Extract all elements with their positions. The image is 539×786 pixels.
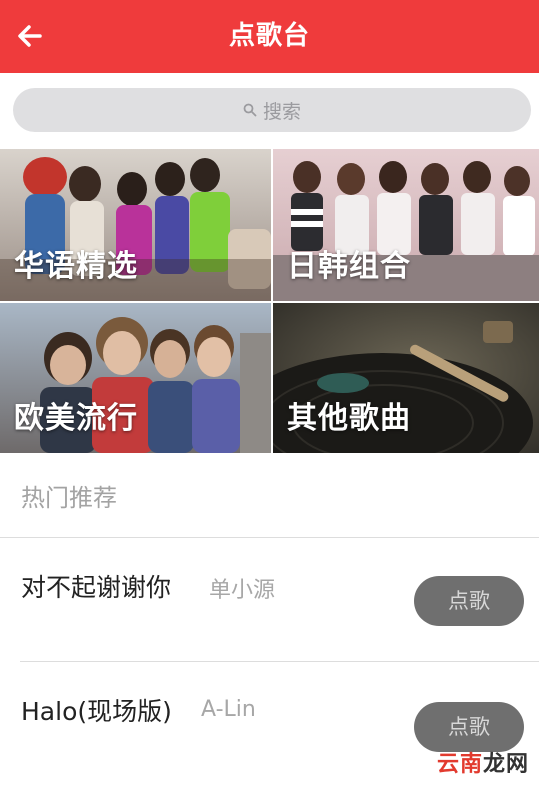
song-title: Halo(现场版) — [21, 697, 172, 726]
category-label: 华语精选 — [14, 249, 138, 284]
search-placeholder: 搜索 — [262, 100, 301, 123]
watermark-logo: 云南龙网 — [437, 746, 529, 778]
search-icon — [243, 103, 257, 117]
request-song-button[interactable]: 点歌 — [414, 576, 524, 626]
search-input[interactable]: 搜索 — [13, 88, 531, 132]
category-tile-other[interactable]: 其他歌曲 — [273, 303, 539, 453]
watermark-part: 云南 — [436, 752, 483, 777]
song-title: 对不起谢谢你 — [21, 573, 172, 602]
song-artist: A-Lin — [201, 697, 256, 722]
category-label: 日韩组合 — [287, 249, 411, 284]
request-song-button[interactable]: 点歌 — [414, 702, 524, 752]
list-item: 对不起谢谢你 单小源 点歌 — [0, 538, 539, 662]
category-tile-jk[interactable]: 日韩组合 — [273, 149, 539, 301]
page-title: 点歌台 — [228, 21, 310, 51]
section-title: 热门推荐 — [21, 484, 117, 512]
top-app-bar: 点歌台 — [0, 0, 539, 73]
search-input-content: 搜索 — [13, 88, 531, 132]
category-tile-chinese[interactable]: 华语精选 — [0, 149, 271, 301]
category-label: 欧美流行 — [14, 401, 138, 436]
category-label: 其他歌曲 — [287, 401, 411, 436]
category-tile-western[interactable]: 欧美流行 — [0, 303, 271, 453]
song-artist: 单小源 — [209, 578, 276, 603]
watermark-part: 龙网 — [482, 752, 529, 777]
